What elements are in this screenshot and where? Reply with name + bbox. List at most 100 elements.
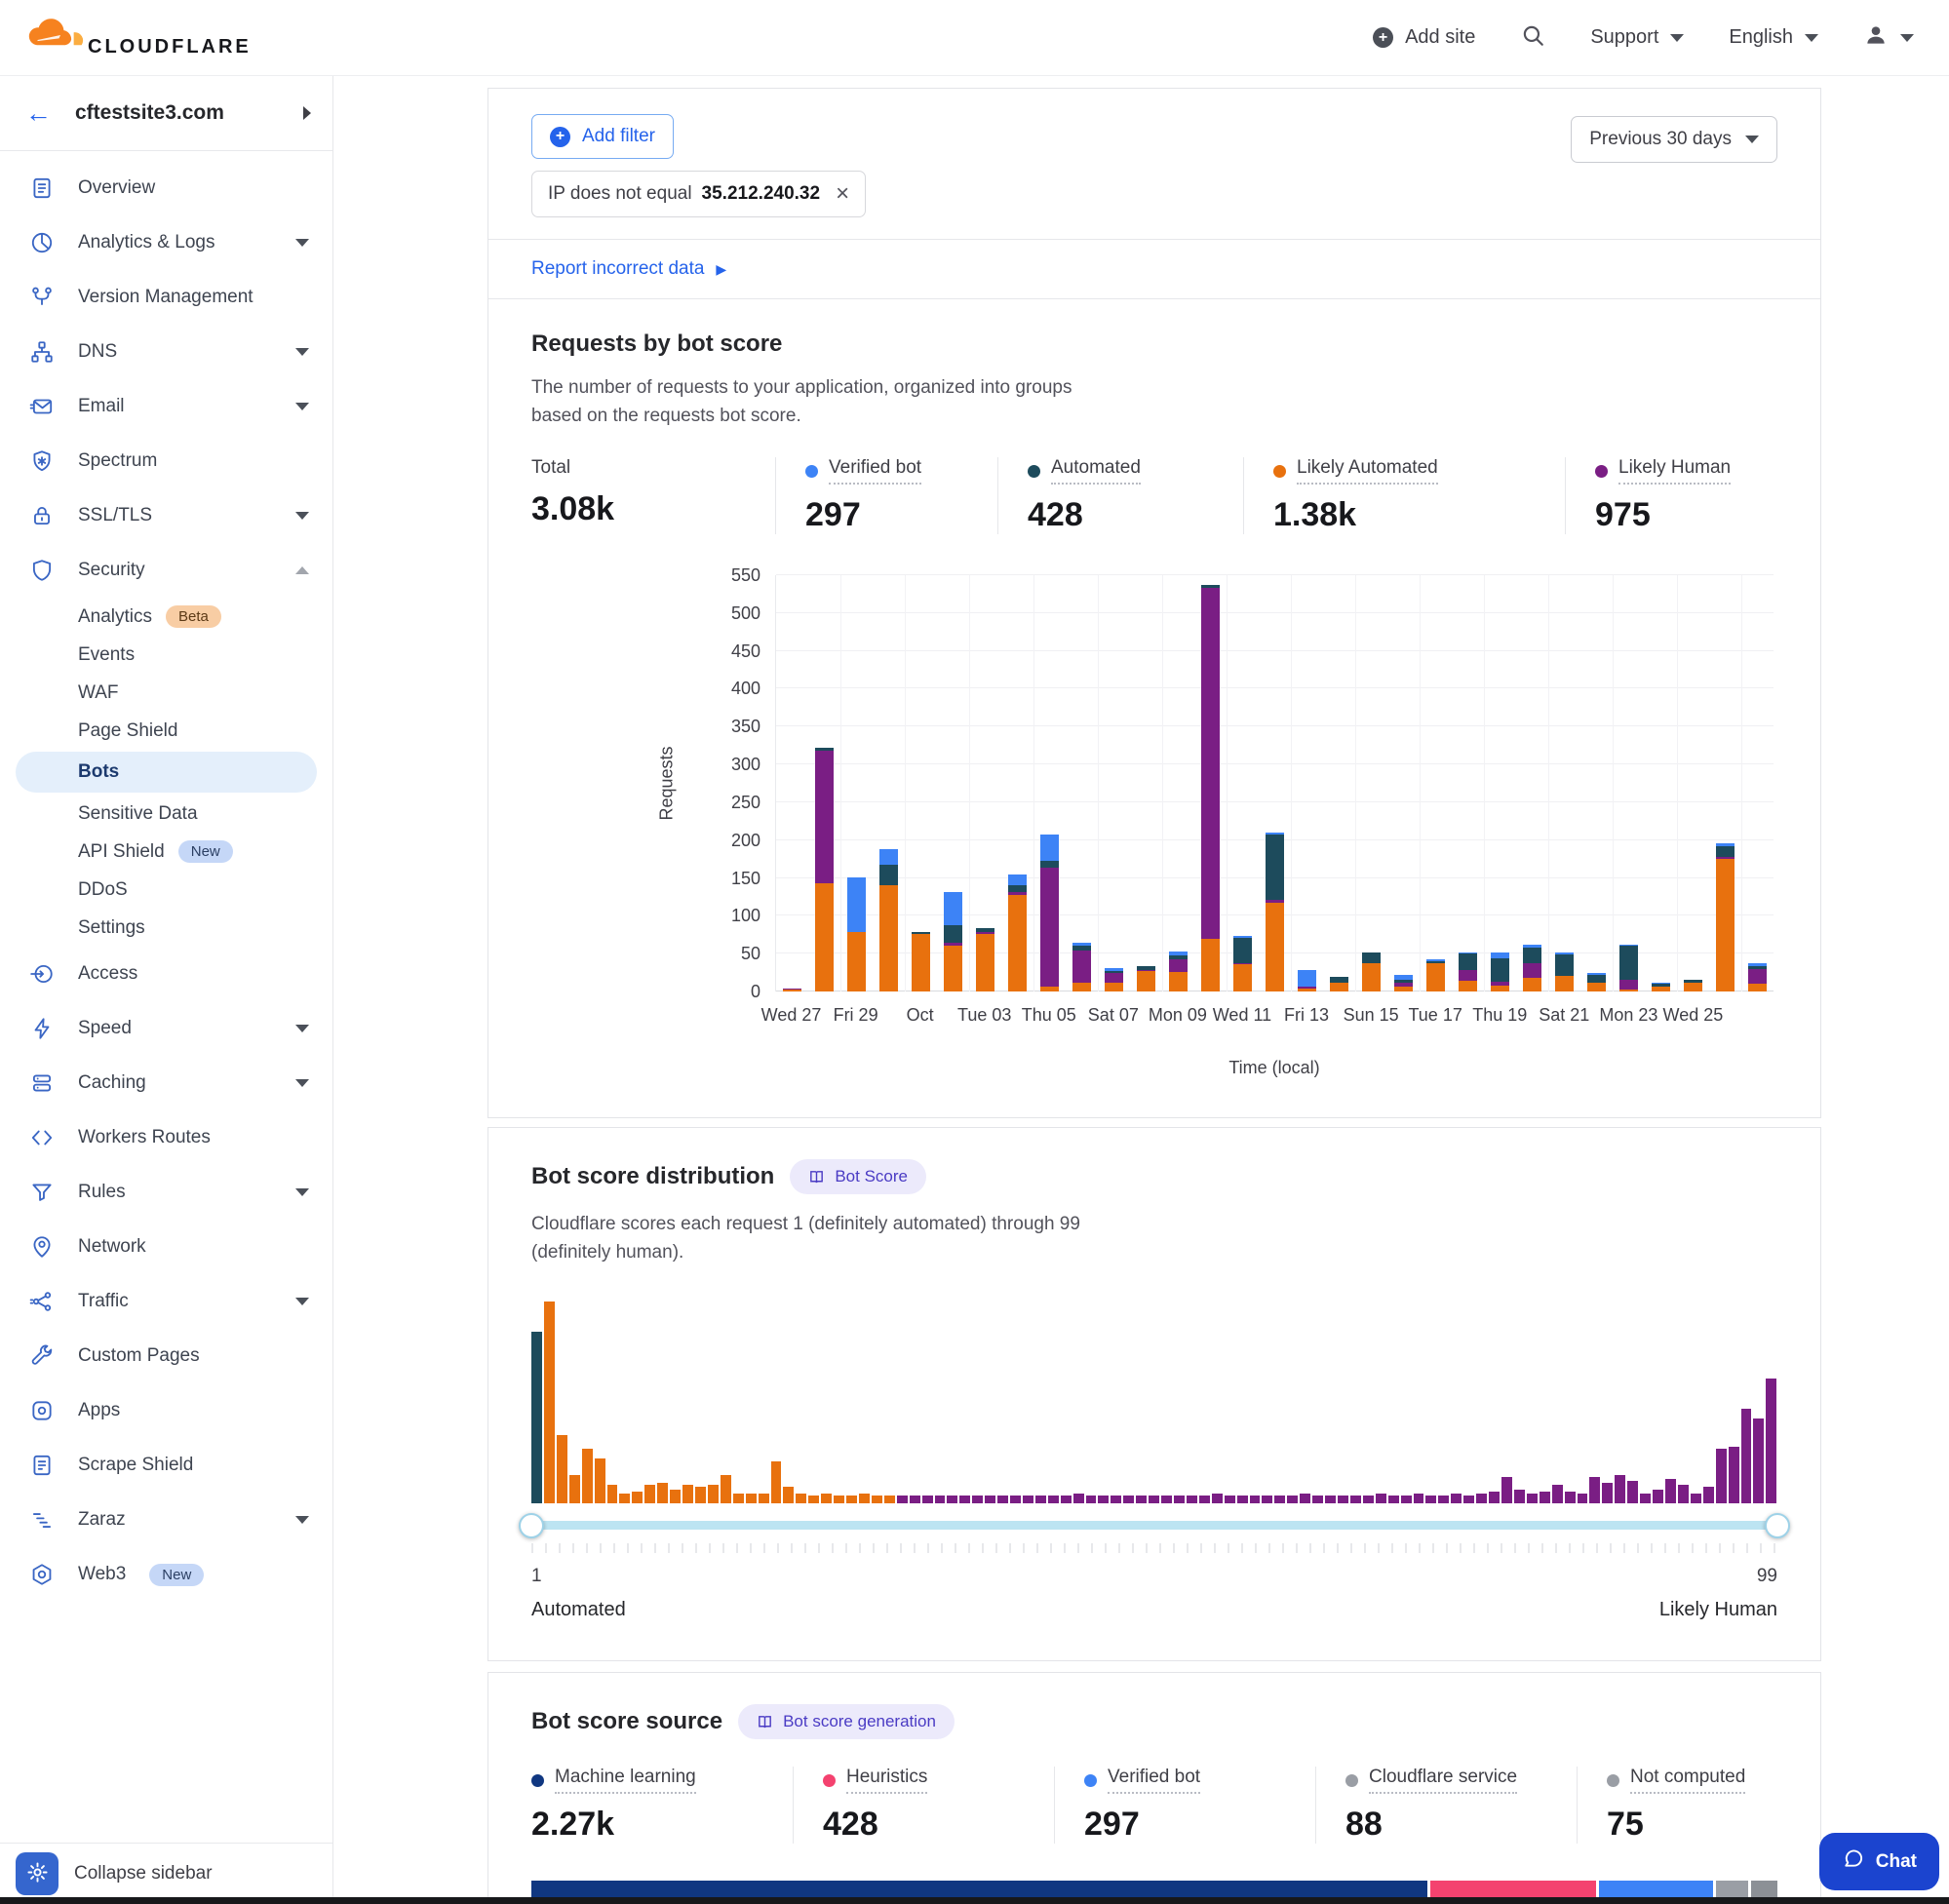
segment-likely-automated	[1169, 972, 1189, 991]
x-tick-label: Mon 09	[1149, 1005, 1207, 1026]
chevron-down-icon	[295, 1025, 309, 1032]
sidebar-item-speed[interactable]: Speed	[0, 1001, 332, 1056]
add-filter-button[interactable]: + Add filter	[531, 114, 674, 159]
stat-label[interactable]: Heuristics	[846, 1767, 927, 1794]
sidebar-item-label: Security	[78, 560, 145, 581]
chat-button[interactable]: Chat	[1819, 1833, 1939, 1890]
score-bar-16	[721, 1475, 731, 1503]
y-tick-label: 450	[731, 642, 760, 660]
sidebar-item-label: SSL/TLS	[78, 505, 152, 526]
sidebar-item-network[interactable]: Network	[0, 1220, 332, 1274]
sidebar-item-security[interactable]: Security	[0, 543, 332, 598]
score-bar-18	[746, 1494, 757, 1503]
day-bar-6	[937, 575, 969, 991]
segment-verified-bot	[944, 892, 963, 924]
sidebar-item-dns[interactable]: DNS	[0, 325, 332, 379]
cloudflare-cloud-icon	[19, 13, 86, 62]
sidebar-item-bots[interactable]: Bots	[16, 752, 317, 793]
sidebar-item-workers-routes[interactable]: Workers Routes	[0, 1110, 332, 1165]
stat-label[interactable]: Verified bot	[829, 457, 921, 485]
segment-likely-automated	[1137, 971, 1156, 991]
bot-score-badge[interactable]: Bot Score	[790, 1159, 926, 1194]
stat-label[interactable]: Likely Automated	[1297, 457, 1438, 485]
date-range-select[interactable]: Previous 30 days	[1571, 116, 1777, 163]
stat-label[interactable]: Verified bot	[1108, 1767, 1200, 1794]
sidebar-item-access[interactable]: Access	[0, 947, 332, 1001]
sidebar-item-caching[interactable]: Caching	[0, 1056, 332, 1110]
sidebar-item-sensitive-data[interactable]: Sensitive Data	[0, 795, 332, 833]
score-bar-50	[1149, 1496, 1159, 1503]
score-range-slider[interactable]	[531, 1521, 1777, 1530]
sidebar-item-ddos[interactable]: DDoS	[0, 871, 332, 909]
search-icon[interactable]	[1520, 22, 1545, 53]
sidebar-item-waf[interactable]: WAF	[0, 674, 332, 712]
stat-label[interactable]: Machine learning	[555, 1767, 696, 1794]
source-stats-row: Machine learning2.27kHeuristics428Verifi…	[531, 1767, 1777, 1844]
segment-likely-automated	[1233, 964, 1253, 991]
sidebar-item-label: Email	[78, 396, 125, 417]
score-bar-36	[972, 1496, 983, 1503]
sidebar-item-settings[interactable]: Settings	[0, 909, 332, 947]
day-bar-12	[1130, 575, 1162, 991]
sidebar-item-custom-pages[interactable]: Custom Pages	[0, 1329, 332, 1383]
day-bar-18	[1323, 575, 1355, 991]
close-icon[interactable]: ×	[836, 182, 849, 206]
back-arrow-icon[interactable]: ←	[25, 100, 52, 127]
sidebar-item-label: WAF	[78, 682, 119, 704]
sidebar-item-apps[interactable]: Apps	[0, 1383, 332, 1438]
segment-likely-automated	[1491, 986, 1510, 991]
account-menu[interactable]	[1863, 22, 1914, 54]
bot-score-generation-badge[interactable]: Bot score generation	[738, 1704, 955, 1739]
sidebar-item-scrape-shield[interactable]: Scrape Shield	[0, 1438, 332, 1493]
score-bar-60	[1274, 1496, 1285, 1503]
segment-likely-human	[1748, 969, 1768, 985]
sidebar-item-label: Version Management	[78, 287, 253, 308]
filter-chip[interactable]: IP does not equal 35.212.240.32 ×	[531, 171, 866, 217]
plus-icon: +	[1373, 27, 1393, 48]
y-tick-label: 300	[731, 756, 760, 773]
report-incorrect-data-link[interactable]: Report incorrect data	[531, 258, 704, 280]
sidebar-item-events[interactable]: Events	[0, 636, 332, 674]
add-site-button[interactable]: + Add site	[1373, 26, 1475, 49]
collapse-sidebar-button[interactable]: Collapse sidebar	[74, 1863, 213, 1885]
cloudflare-logo[interactable]: CLOUDFLARE	[19, 13, 252, 62]
stat-label[interactable]: Automated	[1051, 457, 1141, 485]
slider-handle-max[interactable]	[1765, 1513, 1790, 1538]
site-selector[interactable]: ← cftestsite3.com	[0, 76, 332, 151]
user-icon	[1863, 22, 1889, 54]
sidebar-item-analytics-logs[interactable]: Analytics & Logs	[0, 215, 332, 270]
stat-label[interactable]: Not computed	[1630, 1767, 1745, 1794]
sidebar-item-api-shield[interactable]: API ShieldNew	[0, 833, 332, 871]
segment-likely-automated	[1330, 983, 1349, 991]
score-bar-90	[1653, 1490, 1663, 1503]
plus-icon: +	[550, 127, 570, 147]
support-menu[interactable]: Support	[1590, 26, 1684, 49]
score-bar-37	[985, 1496, 995, 1503]
sidebar-item-email[interactable]: Email	[0, 379, 332, 434]
day-bar-20	[1387, 575, 1420, 991]
sidebar-item-spectrum[interactable]: Spectrum	[0, 434, 332, 488]
sidebar-item-version-management[interactable]: Version Management	[0, 270, 332, 325]
sidebar-item-rules[interactable]: Rules	[0, 1165, 332, 1220]
book-icon	[757, 1714, 773, 1730]
sidebar-item-web3[interactable]: Web3New	[0, 1547, 332, 1602]
sidebar-item-overview[interactable]: Overview	[0, 161, 332, 215]
score-bar-63	[1312, 1496, 1323, 1503]
score-bar-69	[1388, 1496, 1399, 1503]
sidebar-item-analytics[interactable]: AnalyticsBeta	[0, 598, 332, 636]
score-bar-51	[1161, 1496, 1172, 1503]
x-axis-title: Time (local)	[775, 1058, 1774, 1078]
sidebar-item-zaraz[interactable]: Zaraz	[0, 1493, 332, 1547]
language-menu[interactable]: English	[1729, 26, 1818, 49]
stat-label[interactable]: Likely Human	[1618, 457, 1731, 485]
slider-handle-min[interactable]	[519, 1513, 544, 1538]
sidebar-item-traffic[interactable]: Traffic	[0, 1274, 332, 1329]
sidebar-item-ssl-tls[interactable]: SSL/TLS	[0, 488, 332, 543]
stat-value: 297	[1084, 1806, 1315, 1844]
score-bar-24	[821, 1494, 832, 1503]
brand-text: CLOUDFLARE	[88, 36, 252, 62]
stat-label[interactable]: Cloudflare service	[1369, 1767, 1517, 1794]
sidebar-item-page-shield[interactable]: Page Shield	[0, 712, 332, 750]
score-bar-42	[1048, 1496, 1059, 1503]
settings-gear-button[interactable]	[16, 1852, 58, 1895]
